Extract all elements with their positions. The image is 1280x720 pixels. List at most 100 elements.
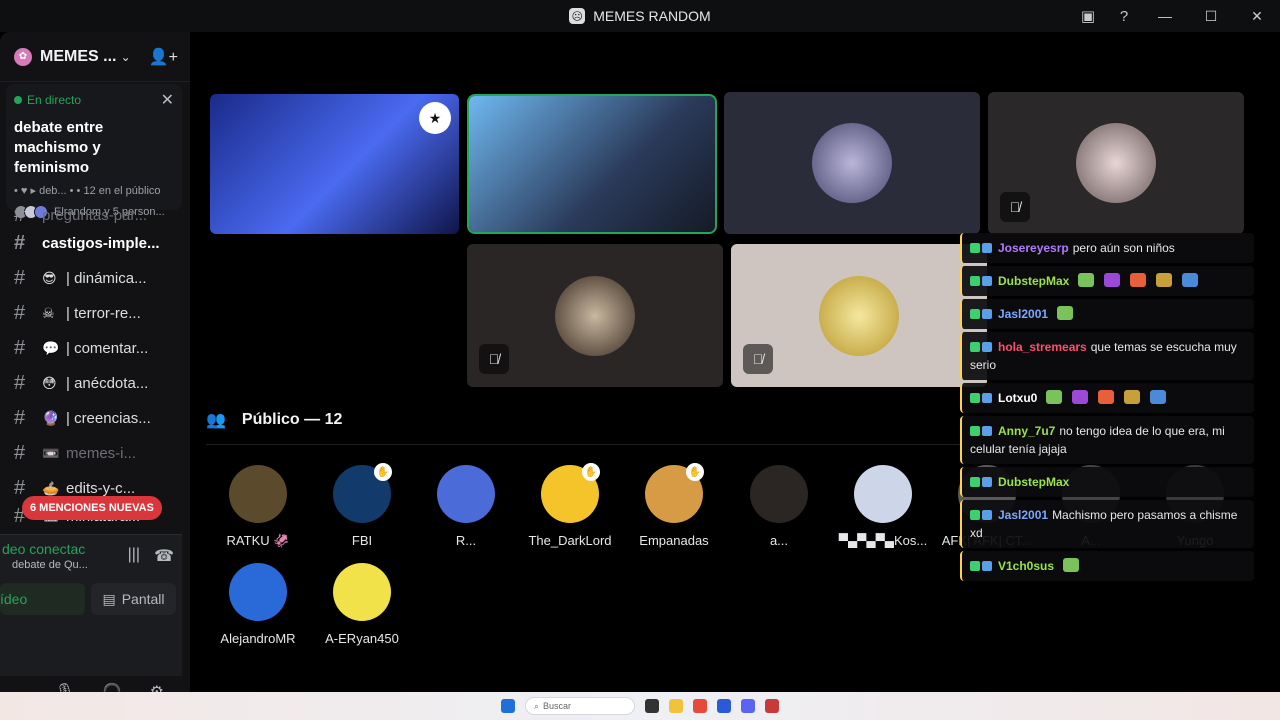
channel-item[interactable]: # 📼 memes-i... (0, 436, 190, 471)
chat-message: DubstepMax (960, 467, 1254, 497)
voice-connected-panel: deo conectac debate de Qu... ||| ☎ ídeo … (0, 534, 182, 676)
headphones-icon[interactable]: 🎧⌄ (102, 682, 135, 692)
window-title: MEMES RANDOM (593, 8, 711, 24)
task-view-icon[interactable] (645, 699, 659, 713)
voice-status-group: deo conectac debate de Qu... (2, 541, 88, 571)
start-icon[interactable] (501, 699, 515, 713)
mic-muted-icon: 🎙̸ (479, 344, 509, 374)
emote-icon (1078, 273, 1095, 287)
audience-header: 👥 Público — 12 (206, 410, 342, 430)
microphone-icon[interactable]: 🎙⌄ (55, 682, 89, 692)
audience-member[interactable]: A-ERyan450 (312, 563, 412, 646)
audience-title: Público — 12 (241, 411, 343, 428)
window-title-group: ☹ MEMES RANDOM (569, 8, 711, 24)
live-title: debate entre machismo y feminismo (14, 119, 104, 176)
platform-icon (970, 243, 980, 253)
channel-item[interactable]: # 😎 | dinámica... (0, 261, 190, 296)
live-status: En directo (14, 93, 81, 107)
badge-icon (982, 342, 992, 352)
hash-icon: # (14, 302, 26, 324)
chat-username: Jasl2001 (998, 508, 1049, 522)
voice-tile[interactable]: 🎙̸ (731, 244, 987, 387)
new-mentions-badge[interactable]: 6 MENCIONES NUEVAS (22, 496, 162, 520)
member-name: R... (455, 533, 477, 548)
channel-emoji-icon: 🔮 (42, 410, 60, 426)
voice-channel-name[interactable]: debate de Qu... (2, 559, 88, 571)
platform-icon (970, 426, 980, 436)
moderator-badge-icon: ★ (419, 102, 451, 134)
server-header[interactable]: ✿ MEMES ... ⌄ 👤+ (0, 32, 190, 82)
channel-emoji-icon: 💬 (42, 340, 60, 356)
hash-icon: # (14, 442, 26, 464)
voice-tile[interactable]: 🎙̸ (467, 244, 723, 387)
member-name: A-ERyan450 (325, 631, 399, 646)
audience-member[interactable]: RATKU 🦑 (208, 465, 308, 549)
badge-icon (982, 426, 992, 436)
voice-tile[interactable]: 🎙̸ (988, 92, 1244, 234)
maximize-button[interactable]: ☐ (1188, 0, 1234, 32)
chat-message: Josereyesrp pero aún son niños (960, 233, 1254, 263)
badge-icon (982, 276, 992, 286)
avatar (819, 276, 899, 356)
audience-member[interactable]: ✋ The_DarkLord (520, 463, 620, 548)
avatar (555, 276, 635, 356)
platform-icon (970, 276, 980, 286)
audience-member[interactable]: ✋ FBI (312, 463, 412, 548)
audience-member[interactable]: ✋ Empanadas (624, 463, 724, 548)
chevron-down-icon[interactable]: ⌄ (121, 50, 131, 64)
badge-icon (982, 561, 992, 571)
close-window-button[interactable]: ✕ (1234, 0, 1280, 32)
file-explorer-icon[interactable] (669, 699, 683, 713)
video-tile[interactable] (467, 94, 717, 234)
chat-username: DubstepMax (998, 475, 1070, 489)
member-name: Empanadas (639, 533, 709, 548)
help-icon[interactable]: ? (1106, 0, 1142, 32)
gear-icon[interactable]: ⚙ (150, 682, 164, 692)
audience-member[interactable]: ▀▄▀▄▀▄Kos... (833, 465, 933, 548)
server-name: MEMES ... (40, 47, 117, 65)
inbox-icon[interactable]: ▣ (1070, 0, 1106, 32)
server-icon: ✿ (14, 47, 32, 66)
channel-item[interactable]: # 😳 | anécdota... (0, 366, 190, 401)
invite-people-icon[interactable]: 👤+ (149, 47, 178, 67)
app-icon[interactable] (765, 699, 779, 713)
channel-item[interactable]: # preguntas-par... (0, 204, 190, 226)
discord-icon[interactable] (741, 699, 755, 713)
emote-icon (1046, 390, 1063, 404)
noise-suppression-icon[interactable]: ||| (128, 546, 140, 566)
live-stage-card[interactable]: En directo ✕ debate entre machismo y fem… (6, 84, 182, 219)
live-meta: • ♥ ▸ deb... • • 12 en el público (14, 185, 161, 197)
chrome-icon[interactable] (693, 699, 707, 713)
voice-status: deo conectac (2, 541, 86, 557)
channel-item[interactable]: # 🔮 | creencias... (0, 401, 190, 436)
chat-username: Anny_7u7 (998, 424, 1056, 438)
close-icon[interactable]: ✕ (161, 90, 174, 110)
chat-text: pero aún son niños (1072, 241, 1175, 255)
live-dot-icon (14, 96, 22, 104)
chat-message: hola_stremears que temas se escucha muy s… (960, 332, 1254, 380)
chat-message: DubstepMax (960, 266, 1254, 296)
audience-member[interactable]: AlejandroMR (208, 563, 308, 646)
platform-icon (970, 309, 980, 319)
audience-member[interactable]: R... (416, 465, 516, 548)
emote-icon (1124, 390, 1141, 404)
platform-icon (970, 561, 980, 571)
minimize-button[interactable]: — (1142, 0, 1188, 32)
video-button[interactable]: ídeo (0, 583, 85, 615)
chat-message: Jasl2001 (960, 299, 1254, 329)
disconnect-icon[interactable]: ☎ (154, 546, 174, 566)
channel-item[interactable]: # ☠ | terror-re... (0, 296, 190, 331)
photoshop-icon[interactable] (717, 699, 731, 713)
channel-item[interactable]: # 💬 | comentar... (0, 331, 190, 366)
screen-share-button[interactable]: ▤ Pantall (91, 583, 176, 615)
audience-member[interactable]: a... (729, 465, 829, 548)
stream-chat-overlay: Josereyesrp pero aún son niños DubstepMax J… (960, 233, 1254, 584)
badge-icon (982, 510, 992, 520)
badge-icon (982, 477, 992, 487)
video-tile[interactable]: ★ (210, 94, 459, 234)
channel-item[interactable]: # castigos-imple... (0, 226, 190, 261)
emote-icon (1072, 390, 1089, 404)
taskbar-search[interactable]: ⌕ Buscar (525, 697, 635, 715)
avatar (229, 465, 287, 523)
voice-tile[interactable] (724, 92, 980, 234)
